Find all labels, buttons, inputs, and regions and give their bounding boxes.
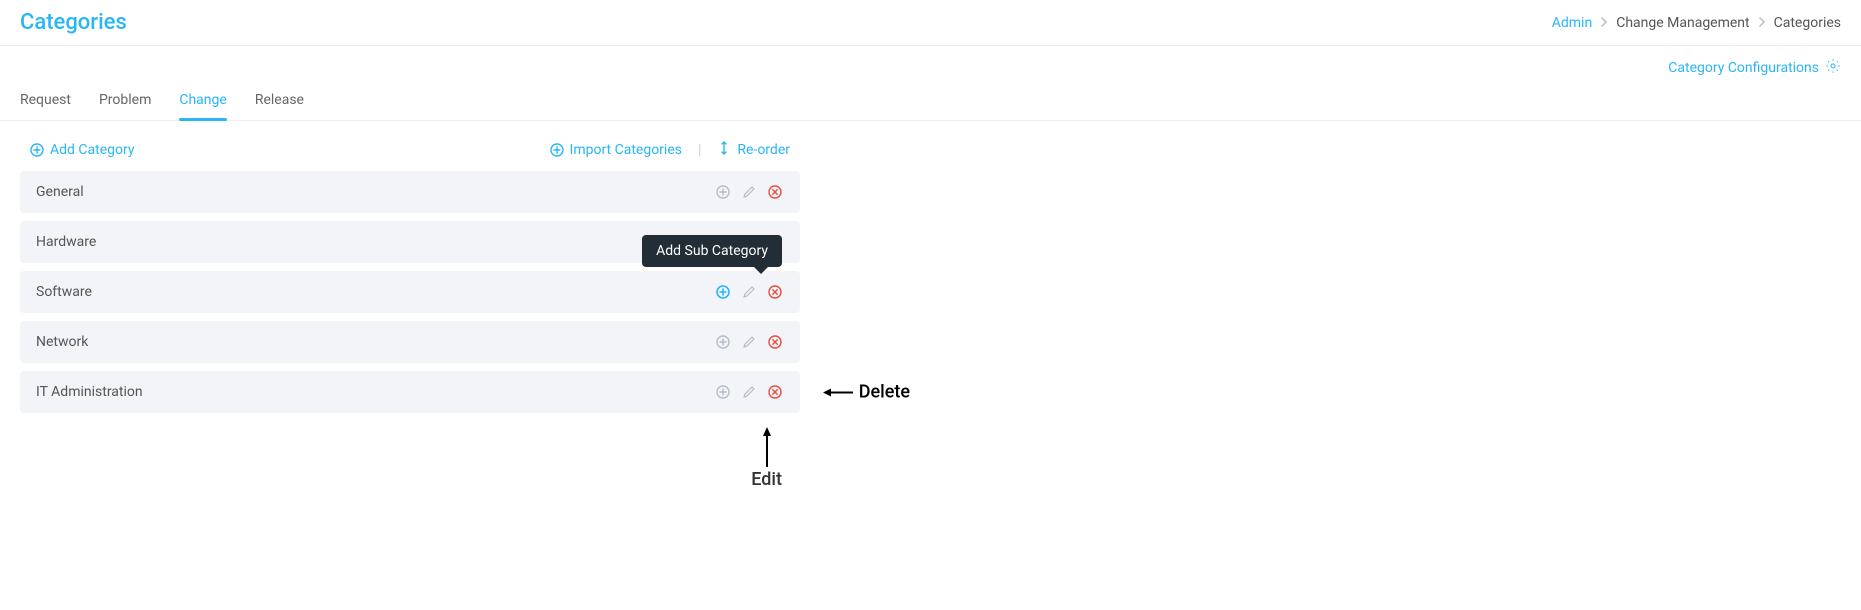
- row-actions: [714, 383, 784, 401]
- plus-circle-icon: [716, 335, 730, 349]
- delete-button[interactable]: [766, 333, 784, 351]
- row-actions: [714, 333, 784, 351]
- plus-circle-icon: [550, 143, 564, 157]
- add-category-label: Add Category: [50, 142, 134, 158]
- category-name: General: [36, 184, 84, 200]
- delete-button[interactable]: [766, 383, 784, 401]
- category-name: IT Administration: [36, 384, 143, 400]
- plus-circle-icon: [716, 385, 730, 399]
- x-circle-icon: [768, 185, 782, 199]
- category-toolbar: Add Category Import Categories | Re-orde…: [20, 135, 800, 171]
- x-circle-icon: [768, 385, 782, 399]
- config-bar: Category Configurations: [0, 46, 1861, 78]
- edit-button[interactable]: [740, 333, 758, 351]
- delete-button[interactable]: [766, 183, 784, 201]
- breadcrumb-admin[interactable]: Admin: [1552, 15, 1592, 31]
- x-circle-icon: [768, 335, 782, 349]
- add-sub-category-button[interactable]: [714, 183, 732, 201]
- chevron-right-icon: [1758, 15, 1766, 31]
- delete-button[interactable]: [766, 283, 784, 301]
- page-title: Categories: [20, 10, 127, 35]
- chevron-right-icon: [1600, 15, 1608, 31]
- arrow-up-icon: [760, 427, 774, 467]
- category-row[interactable]: Network: [20, 321, 800, 363]
- pencil-icon: [742, 285, 756, 299]
- tab-change[interactable]: Change: [179, 92, 226, 120]
- edit-button[interactable]: [740, 383, 758, 401]
- row-actions: [714, 283, 784, 301]
- annotation-edit: Edit: [751, 427, 782, 490]
- tooltip-add-sub-category: Add Sub Category: [642, 235, 782, 267]
- add-sub-category-button[interactable]: [714, 283, 732, 301]
- config-link-label: Category Configurations: [1668, 60, 1819, 76]
- category-row[interactable]: Software Add Sub Cate: [20, 271, 800, 313]
- plus-circle-icon: [716, 285, 730, 299]
- category-row[interactable]: IT Administration: [20, 371, 800, 413]
- annotation-delete-label: Delete: [859, 382, 910, 403]
- add-sub-category-button[interactable]: [714, 333, 732, 351]
- annotation-edit-label: Edit: [751, 469, 782, 490]
- x-circle-icon: [768, 285, 782, 299]
- category-row[interactable]: General: [20, 171, 800, 213]
- breadcrumb-change-management[interactable]: Change Management: [1616, 15, 1749, 31]
- edit-button[interactable]: [740, 283, 758, 301]
- category-configurations-link[interactable]: Category Configurations: [1668, 58, 1841, 78]
- tab-problem[interactable]: Problem: [99, 92, 151, 120]
- category-name: Hardware: [36, 234, 96, 250]
- divider: |: [698, 142, 701, 158]
- row-actions: [714, 183, 784, 201]
- plus-circle-icon: [716, 185, 730, 199]
- add-sub-category-button[interactable]: [714, 383, 732, 401]
- reorder-button[interactable]: Re-order: [717, 141, 790, 159]
- breadcrumb: Admin Change Management Categories: [1552, 15, 1841, 31]
- module-tabs: Request Problem Change Release: [0, 78, 1861, 121]
- annotation-delete: Delete: [823, 382, 910, 403]
- category-name: Network: [36, 334, 88, 350]
- add-category-button[interactable]: Add Category: [30, 142, 134, 158]
- reorder-icon: [717, 141, 731, 159]
- pencil-icon: [742, 385, 756, 399]
- reorder-label: Re-order: [737, 142, 790, 158]
- import-label: Import Categories: [570, 142, 682, 158]
- pencil-icon: [742, 185, 756, 199]
- category-name: Software: [36, 284, 92, 300]
- edit-button[interactable]: [740, 183, 758, 201]
- tab-request[interactable]: Request: [20, 92, 71, 120]
- page-header: Categories Admin Change Management Categ…: [0, 0, 1861, 46]
- import-categories-button[interactable]: Import Categories: [550, 142, 682, 158]
- gear-icon: [1825, 58, 1841, 78]
- arrow-left-icon: [823, 385, 853, 399]
- tab-release[interactable]: Release: [255, 92, 304, 120]
- plus-circle-icon: [30, 143, 44, 157]
- breadcrumb-categories: Categories: [1774, 15, 1841, 31]
- category-list: General: [20, 171, 800, 413]
- content-area: Add Category Import Categories | Re-orde…: [0, 121, 820, 427]
- pencil-icon: [742, 335, 756, 349]
